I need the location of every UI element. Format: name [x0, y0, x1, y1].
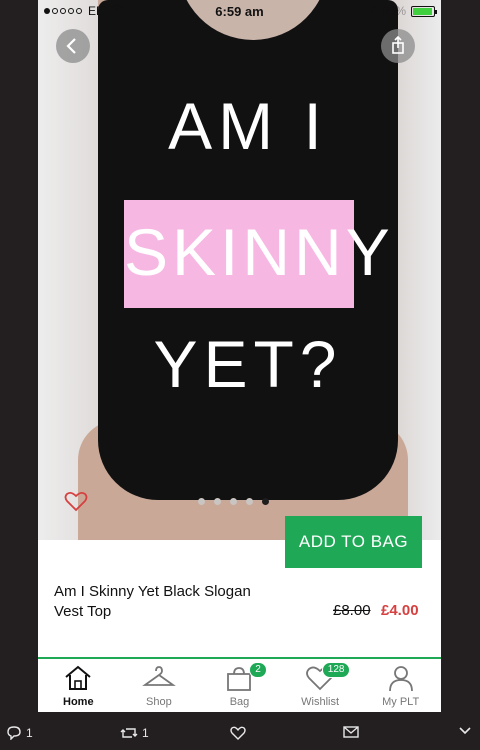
- tab-label-my-plt: My PLT: [382, 696, 420, 708]
- carousel-dots[interactable]: [198, 498, 269, 505]
- tab-home[interactable]: Home: [38, 659, 119, 712]
- wishlist-count-badge: 128: [321, 662, 351, 678]
- share-button[interactable]: [381, 29, 415, 63]
- envelope-icon: [343, 726, 359, 738]
- carousel-dot[interactable]: [198, 498, 205, 505]
- tab-bag[interactable]: 2 Bag: [199, 659, 280, 712]
- carousel-dot[interactable]: [246, 498, 253, 505]
- retweet-icon: [120, 728, 138, 738]
- tab-label-wishlist: Wishlist: [301, 696, 340, 708]
- user-icon: [386, 664, 416, 695]
- tab-bar: Home Shop 2 Bag 128 Wishlist My PLT: [38, 659, 441, 712]
- tab-label-shop: Shop: [146, 696, 172, 708]
- product-title: Am I Skinny Yet Black Slogan Vest Top: [54, 583, 251, 620]
- add-to-bag-button[interactable]: ADD TO BAG: [285, 516, 422, 568]
- retweet-count: 1: [142, 726, 149, 740]
- direct-message-button[interactable]: [343, 726, 359, 738]
- slogan-line-1: AM I: [168, 89, 328, 163]
- tab-label-bag: Bag: [229, 696, 250, 708]
- carousel-dot[interactable]: [214, 498, 221, 505]
- tab-my-plt[interactable]: My PLT: [360, 659, 441, 712]
- retweet-button[interactable]: 1: [120, 726, 149, 740]
- bag-count-badge: 2: [249, 662, 267, 678]
- like-button[interactable]: [230, 726, 246, 740]
- tab-wishlist[interactable]: 128 Wishlist: [280, 659, 361, 712]
- share-icon: [392, 35, 404, 54]
- location-icon: [367, 4, 377, 18]
- tab-shop[interactable]: Shop: [119, 659, 200, 712]
- carousel-dot-active[interactable]: [262, 498, 269, 505]
- reply-count: 1: [26, 726, 33, 740]
- battery-icon: [411, 5, 437, 17]
- product-image[interactable]: AM I SKINNY YET?: [38, 0, 441, 540]
- back-button[interactable]: [56, 29, 90, 63]
- status-bar: EE 6:59 am 80%: [38, 0, 441, 22]
- reply-button[interactable]: 1: [6, 726, 33, 740]
- app-screen: AM I SKINNY YET? EE 6:59 am 80% ADD TO B…: [38, 0, 441, 712]
- tab-label-home: Home: [63, 696, 94, 708]
- like-icon: [230, 726, 246, 740]
- hanger-icon: [142, 664, 176, 695]
- reply-icon: [7, 726, 21, 740]
- slogan-line-2: SKINNY: [124, 215, 394, 289]
- chevron-down-icon: [459, 727, 471, 735]
- price-original: £8.00: [333, 602, 371, 619]
- home-icon: [63, 664, 93, 695]
- tweet-action-bar: 1 1: [0, 718, 480, 750]
- price-sale: £4.00: [381, 602, 419, 619]
- more-button[interactable]: [458, 726, 472, 736]
- battery-percent: 80%: [381, 4, 406, 18]
- carousel-dot[interactable]: [230, 498, 237, 505]
- chevron-left-icon: [66, 38, 76, 54]
- heart-outline-icon: [64, 491, 88, 512]
- slogan-line-3: YET?: [153, 327, 343, 401]
- wishlist-heart-button[interactable]: [64, 490, 88, 512]
